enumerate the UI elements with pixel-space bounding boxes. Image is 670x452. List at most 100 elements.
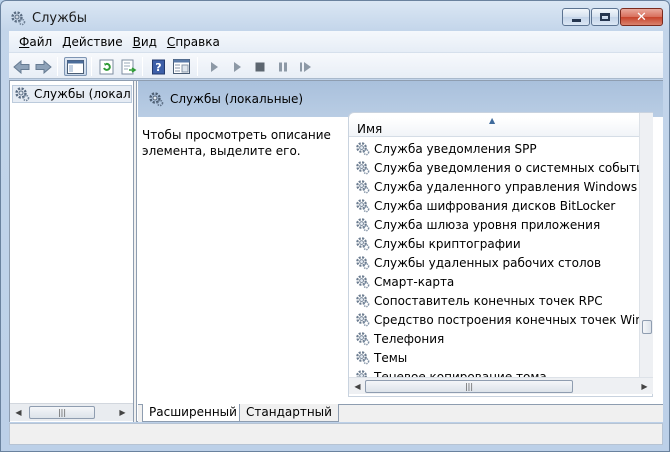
maximize-button[interactable]: [591, 8, 619, 26]
services-list: ▲ Имя Служба уведомления SPP Служба уведо…: [348, 112, 653, 397]
mmc-content: Службы (локалы ◀ ||| ▶ Службы (локальные…: [9, 80, 663, 422]
show-hide-console-tree-icon: [67, 59, 84, 74]
tree-horizontal-scrollbar[interactable]: ◀ ||| ▶: [10, 403, 133, 421]
service-row[interactable]: Средство построения конечных точек Windo…: [349, 310, 639, 329]
service-gear-icon: [356, 180, 370, 194]
service-gear-icon: [356, 275, 370, 289]
list-vertical-scrollbar[interactable]: [639, 113, 653, 377]
scroll-left-icon[interactable]: ◀: [10, 404, 27, 421]
restart-service-button[interactable]: [296, 57, 315, 76]
services-window: Службы ✕ Файл Действие Вид Справка ? Слу…: [0, 0, 670, 452]
service-row[interactable]: Телефония: [349, 329, 639, 348]
menu-action[interactable]: Действие: [57, 35, 127, 49]
service-gear-icon: [356, 370, 367, 377]
service-gear-icon: [356, 294, 370, 308]
service-gear-icon: [356, 199, 370, 213]
scroll-right-icon[interactable]: ▶: [636, 378, 653, 395]
service-name: Службы криптографии: [374, 236, 521, 251]
column-header-label: Имя: [357, 122, 383, 136]
service-row[interactable]: Темы: [349, 348, 639, 367]
pane-splitter[interactable]: [134, 81, 137, 422]
service-row[interactable]: Смарт-карта: [349, 272, 639, 291]
services-rows: Служба уведомления SPP Служба уведомления…: [349, 139, 639, 377]
status-bar: [9, 423, 663, 445]
help-icon: ?: [151, 59, 165, 74]
tree-item-label: Службы (локалы: [34, 87, 132, 101]
start-service-alt-button[interactable]: [227, 57, 246, 76]
menu-file[interactable]: Файл: [9, 35, 57, 49]
service-row[interactable]: Сопоставитель конечных точек RPC: [349, 291, 639, 310]
service-row[interactable]: Служба удаленного управления Windows (WS…: [349, 177, 639, 196]
menu-help[interactable]: Справка: [162, 35, 225, 49]
export-list-button[interactable]: [119, 57, 138, 76]
properties-button[interactable]: [172, 57, 191, 76]
refresh-icon: [99, 59, 113, 74]
results-pane: Службы (локальные) Чтобы просмотреть опи…: [138, 81, 663, 422]
service-gear-icon: [356, 332, 370, 346]
show-hide-tree-button[interactable]: [64, 57, 87, 76]
tree-item-services-local[interactable]: Службы (локалы: [12, 85, 132, 103]
service-gear-icon: [356, 161, 370, 175]
pause-service-button[interactable]: [273, 57, 292, 76]
tab-extended[interactable]: Расширенный: [142, 404, 244, 422]
service-name: Служба шифрования дисков BitLocker: [374, 198, 616, 213]
tab-standard[interactable]: Стандартный: [239, 404, 339, 422]
scroll-thumb[interactable]: [642, 320, 652, 334]
service-gear-icon: [356, 218, 370, 232]
column-header-name[interactable]: ▲ Имя: [349, 116, 639, 137]
stop-service-button[interactable]: [250, 57, 269, 76]
scroll-left-icon[interactable]: ◀: [349, 378, 366, 395]
service-row[interactable]: Служба уведомления SPP: [349, 139, 639, 158]
service-gear-icon: [356, 351, 370, 365]
scroll-thumb[interactable]: |||: [365, 380, 573, 393]
pane-body: Чтобы просмотреть описание элемента, выд…: [138, 112, 663, 404]
close-button[interactable]: ✕: [620, 8, 663, 26]
service-row[interactable]: Служба уведомления о системных событиях: [349, 158, 639, 177]
service-row[interactable]: Службы удаленных рабочих столов: [349, 253, 639, 272]
refresh-button[interactable]: [97, 57, 116, 76]
minimize-button[interactable]: [562, 8, 590, 26]
list-horizontal-scrollbar[interactable]: ◀ ||| ▶: [349, 377, 653, 394]
svg-text:?: ?: [155, 61, 161, 74]
service-gear-icon: [356, 237, 370, 251]
toolbar-separator: [197, 57, 198, 76]
start-service-button[interactable]: [204, 57, 223, 76]
scroll-right-icon[interactable]: ▶: [114, 404, 131, 421]
service-name: Служба шлюза уровня приложения: [374, 217, 601, 232]
service-row[interactable]: Службы криптографии: [349, 234, 639, 253]
window-title: Службы: [32, 11, 88, 26]
service-name: Сопоставитель конечных точек RPC: [374, 293, 603, 308]
service-name: Темы: [374, 350, 408, 365]
pane-title: Службы (локальные): [170, 92, 304, 106]
service-gear-icon: [356, 256, 370, 270]
properties-icon: [173, 59, 190, 74]
view-tabs: Расширенный Стандартный: [138, 404, 663, 422]
minimize-icon: [571, 18, 581, 22]
pause-service-icon: [278, 62, 287, 71]
forward-button[interactable]: [34, 57, 53, 76]
service-name: Служба удаленного управления Windows (WS…: [374, 179, 639, 194]
service-row[interactable]: Служба шифрования дисков BitLocker: [349, 196, 639, 215]
scroll-thumb[interactable]: |||: [29, 406, 95, 419]
menu-view[interactable]: Вид: [128, 35, 162, 49]
service-name: Служба уведомления о системных событиях: [374, 160, 639, 175]
services-gear-icon: [15, 87, 30, 102]
services-gear-icon: [11, 11, 26, 26]
back-button[interactable]: [12, 57, 31, 76]
service-name: Службы удаленных рабочих столов: [374, 255, 602, 270]
service-row[interactable]: Служба шлюза уровня приложения: [349, 215, 639, 234]
back-arrow-icon: [13, 59, 30, 74]
services-gear-icon: [149, 92, 164, 107]
service-name: Служба уведомления SPP: [374, 141, 537, 156]
close-icon: ✕: [636, 9, 647, 25]
menu-bar: Файл Действие Вид Справка: [9, 31, 663, 52]
start-service-alt-icon: [233, 61, 241, 72]
service-row[interactable]: Теневое копирование тома: [349, 367, 639, 377]
toolbar-separator: [91, 57, 92, 76]
export-list-icon: [121, 59, 136, 74]
start-service-icon: [210, 61, 218, 72]
help-button[interactable]: ?: [149, 57, 168, 76]
service-gear-icon: [356, 142, 370, 156]
stop-service-icon: [255, 62, 264, 71]
title-bar[interactable]: Службы ✕: [1, 1, 669, 31]
